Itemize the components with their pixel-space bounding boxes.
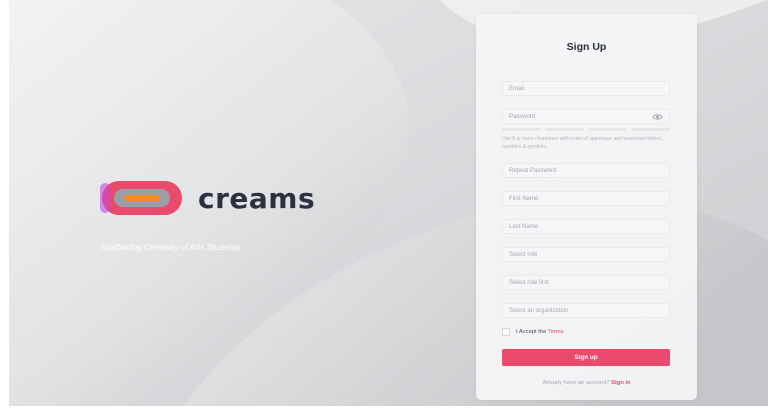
brand-block: creams Scaffolding Creativity of Arts St… — [100, 178, 320, 252]
already-have-account-text: Already have an account? — [542, 380, 610, 386]
password-field[interactable]: Password — [502, 109, 670, 124]
brand-tagline: Scaffolding Creativity of Arts Students — [101, 242, 240, 252]
repeat-password-field[interactable]: Repeat Password — [502, 163, 670, 178]
strength-segment — [631, 128, 670, 131]
accept-terms-label: I Accept the — [516, 329, 547, 335]
password-placeholder: Password — [509, 114, 536, 120]
strength-segment — [502, 128, 541, 131]
signup-panel: Sign Up Email Password Use 8 or more cha… — [476, 14, 697, 400]
brand-wordmark: creams — [198, 181, 316, 215]
strength-segment — [545, 128, 584, 131]
password-strength-meter — [502, 128, 670, 131]
terms-link[interactable]: Terms — [548, 329, 564, 335]
accept-terms-row: I Accept the Terms — [502, 328, 564, 336]
left-frame-border — [0, 0, 9, 410]
signup-button[interactable]: Sign up — [502, 349, 670, 366]
signin-prompt: Already have an account? Sign in — [476, 380, 697, 386]
logo-row: creams — [100, 178, 320, 218]
eye-icon[interactable] — [652, 113, 663, 121]
creams-logo-icon — [100, 181, 182, 215]
strength-segment — [588, 128, 627, 131]
email-field[interactable]: Email — [502, 81, 670, 96]
bottom-frame-border — [0, 406, 768, 410]
last-name-field[interactable]: Last Name — [502, 219, 670, 234]
organization-select[interactable]: Select an organization — [502, 303, 670, 318]
first-name-field[interactable]: First Name — [502, 191, 670, 206]
sub-role-select[interactable]: Select role first — [502, 275, 670, 290]
signin-link[interactable]: Sign in — [611, 380, 630, 386]
accept-terms-checkbox[interactable] — [502, 328, 510, 336]
password-hint: Use 8 or more characters with a mix of u… — [502, 136, 663, 150]
signup-title: Sign Up — [566, 41, 607, 53]
role-select[interactable]: Select role — [502, 247, 670, 262]
